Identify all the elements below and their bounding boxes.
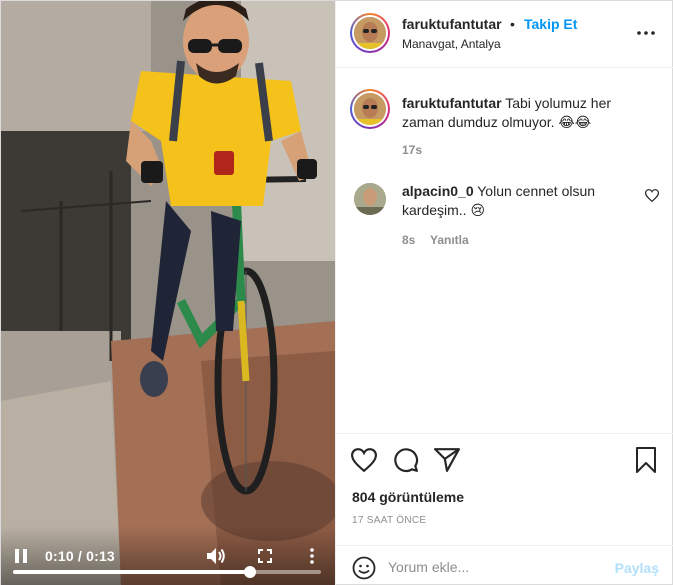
video-progress-fill bbox=[13, 570, 251, 574]
video-progress-bar[interactable] bbox=[13, 566, 321, 578]
commenter-avatar-image bbox=[354, 183, 386, 215]
share-post-button[interactable] bbox=[433, 446, 461, 474]
paper-plane-icon bbox=[434, 448, 460, 472]
author-avatar[interactable] bbox=[350, 13, 390, 53]
comment-composer: Paylaş bbox=[336, 545, 673, 585]
author-username[interactable]: faruktufantutar bbox=[402, 16, 502, 32]
follow-button[interactable]: Takip Et bbox=[524, 16, 577, 32]
pause-button[interactable] bbox=[11, 546, 31, 566]
caption-time[interactable]: 17s bbox=[402, 143, 422, 157]
caption-avatar-image bbox=[354, 93, 386, 125]
comment: alpacin0_0 Yolun cennet olsun kardeşim..… bbox=[402, 182, 632, 220]
heart-icon bbox=[351, 448, 377, 472]
commenter-avatar[interactable] bbox=[354, 183, 386, 215]
video-progress-handle[interactable] bbox=[244, 566, 257, 578]
more-vertical-icon bbox=[310, 548, 314, 564]
bookmark-icon bbox=[636, 447, 656, 473]
video-player[interactable]: 0:10 / 0:13 bbox=[1, 1, 335, 585]
comment-bubble-icon bbox=[394, 448, 419, 473]
caption: faruktufantutar Tabi yolumuz her zaman d… bbox=[402, 94, 642, 132]
smiley-icon bbox=[352, 556, 376, 580]
comments-list: faruktufantutar Tabi yolumuz her zaman d… bbox=[336, 69, 673, 433]
fullscreen-button[interactable] bbox=[255, 546, 275, 566]
post-location[interactable]: Manavgat, Antalya bbox=[402, 37, 501, 51]
fullscreen-icon bbox=[258, 549, 272, 563]
post-options-button[interactable] bbox=[635, 23, 657, 43]
pause-icon bbox=[15, 549, 27, 563]
caption-avatar[interactable] bbox=[350, 89, 390, 129]
header-separator: • bbox=[510, 16, 515, 32]
comment-input[interactable] bbox=[388, 554, 608, 580]
post-comment-button[interactable]: Paylaş bbox=[615, 560, 659, 576]
like-button[interactable] bbox=[350, 446, 378, 474]
video-more-button[interactable] bbox=[302, 546, 322, 566]
emoji-button[interactable] bbox=[352, 556, 376, 580]
heart-icon bbox=[644, 189, 660, 203]
comment-like-button[interactable] bbox=[644, 189, 660, 203]
volume-button[interactable] bbox=[205, 546, 227, 566]
comment-username[interactable]: alpacin0_0 bbox=[402, 183, 474, 199]
comment-time[interactable]: 8s bbox=[402, 233, 415, 247]
post-header: faruktufantutar • Takip Et Manavgat, Ant… bbox=[336, 1, 673, 68]
caption-username[interactable]: faruktufantutar bbox=[402, 95, 502, 111]
reply-button[interactable]: Yanıtla bbox=[430, 233, 469, 247]
post-actions: 804 görüntüleme 17 SAAT ÖNCE bbox=[336, 433, 673, 545]
video-frame bbox=[1, 1, 335, 585]
post-dialog: 0:10 / 0:13 faruktufantutar • Takip Et M… bbox=[0, 0, 673, 585]
volume-icon bbox=[207, 548, 225, 564]
post-timestamp[interactable]: 17 SAAT ÖNCE bbox=[352, 515, 426, 526]
view-count[interactable]: 804 görüntüleme bbox=[352, 489, 464, 505]
more-horizontal-icon bbox=[637, 31, 655, 35]
save-button[interactable] bbox=[632, 446, 660, 474]
author-avatar-image bbox=[354, 17, 386, 49]
video-time: 0:10 / 0:13 bbox=[45, 548, 115, 564]
post-sidebar: faruktufantutar • Takip Et Manavgat, Ant… bbox=[335, 1, 673, 585]
video-controls: 0:10 / 0:13 bbox=[1, 526, 335, 585]
comment-button[interactable] bbox=[392, 446, 420, 474]
